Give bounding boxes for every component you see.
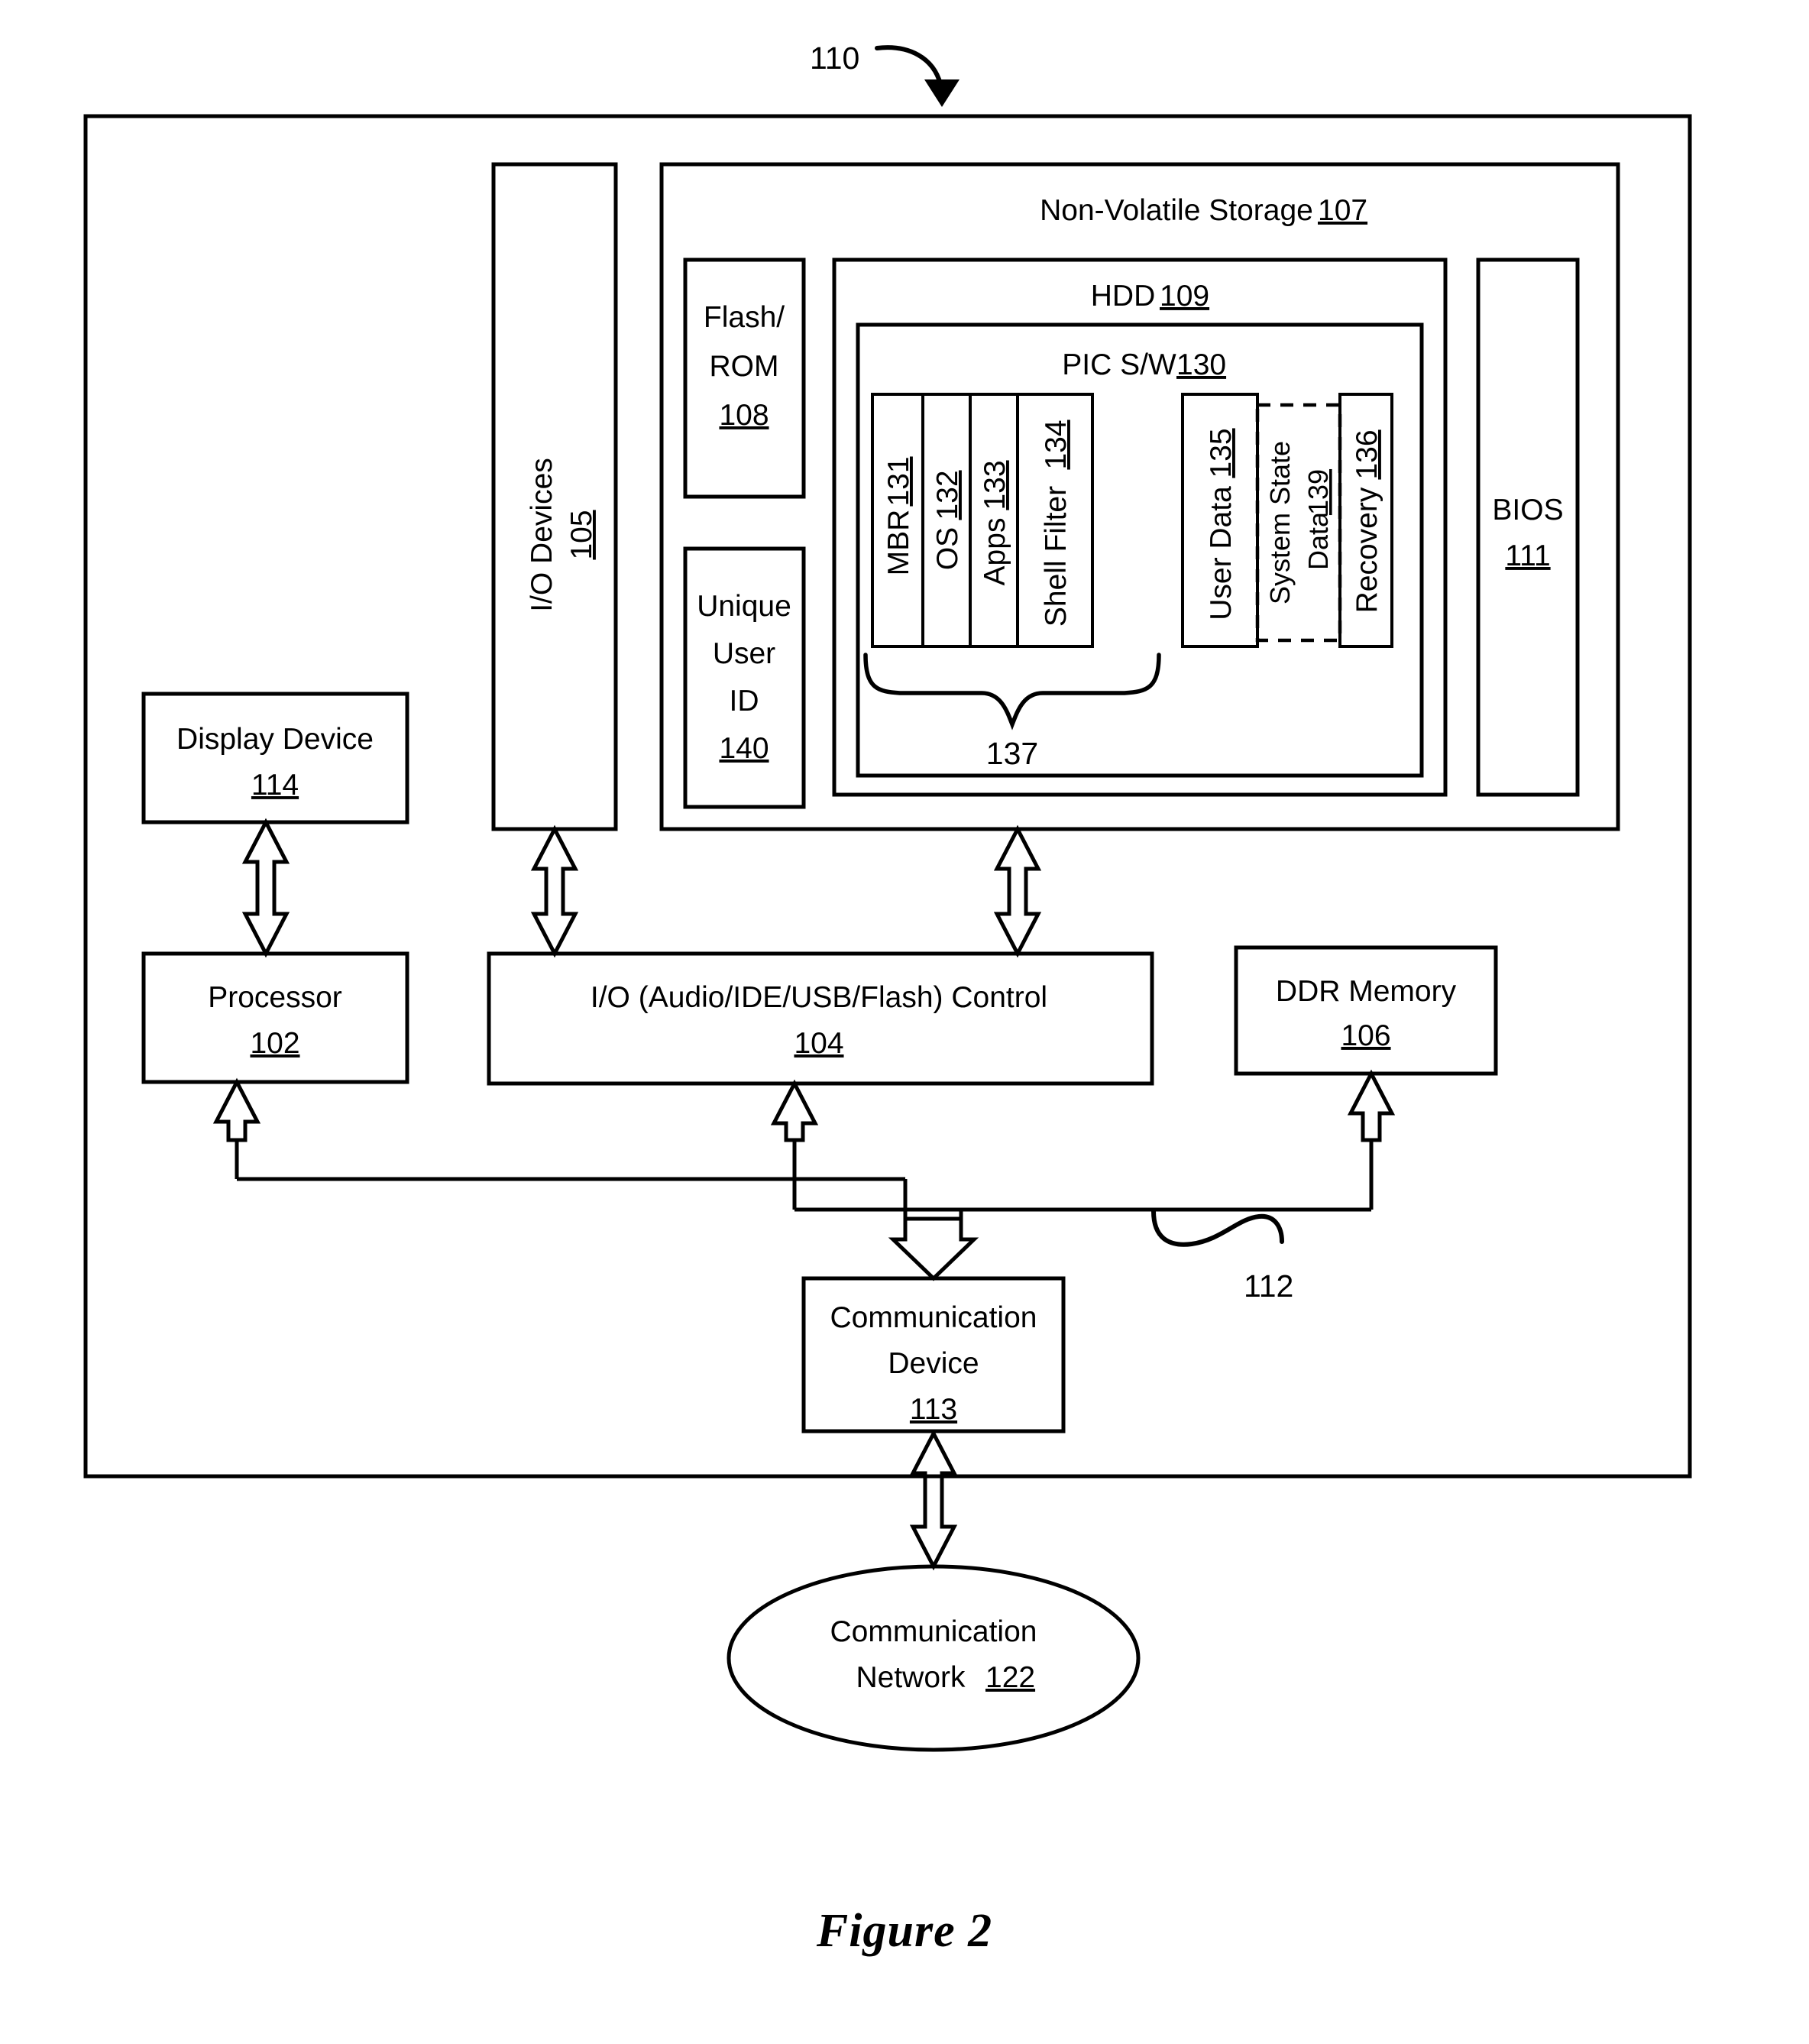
arrow-bus-to-processor: [212, 1077, 261, 1142]
pic-sw-ref-recovery: 136: [1351, 429, 1383, 479]
unique-user-id-line3: ID: [730, 685, 759, 718]
io-devices-label-group: I/O Devices 105: [526, 458, 598, 612]
block-diagram-svg: 110 I/O Devices 105 Non-Volatile Storage…: [83, 40, 1692, 1752]
arrow-bus-to-io-control: [770, 1079, 819, 1142]
pic-sw-label-group-mbr: MBR 131: [882, 456, 915, 575]
hdd-ref: 109: [1160, 280, 1209, 313]
pic-sw-label-mbr: MBR: [882, 510, 915, 576]
system-reference-callout: 110: [810, 40, 960, 107]
pic-sw-label-group-system-state-data: System State Data 139: [1264, 441, 1334, 604]
ddr-memory-ref: 106: [1341, 1019, 1390, 1052]
pic-sw-ref-os: 132: [931, 470, 964, 520]
pic-sw-label-group-apps: Apps 133: [979, 460, 1011, 585]
arrow-bus-to-communication-device: [888, 1216, 979, 1281]
bus-112-label: 112: [1244, 1268, 1293, 1304]
processor-ref: 102: [250, 1027, 299, 1060]
communication-network-ellipse: [727, 1564, 1141, 1752]
ddr-memory-box: [1234, 945, 1498, 1076]
display-device-label: Display Device: [176, 723, 374, 756]
brace-137-label: 137: [986, 736, 1038, 771]
hdd-label: HDD: [1091, 280, 1156, 313]
pic-sw-ref-user-data: 135: [1205, 428, 1238, 478]
unique-user-id-box: [683, 546, 806, 809]
bios-label: BIOS: [1492, 494, 1563, 526]
bios-box: [1476, 258, 1580, 797]
communication-network-ref: 122: [985, 1661, 1035, 1694]
flash-rom-label-line1: Flash/: [704, 301, 785, 334]
pic-sw-label-user-data: User Data: [1205, 486, 1238, 620]
processor-label: Processor: [208, 981, 342, 1014]
pic-sw-ref-apps: 133: [979, 460, 1011, 510]
arrow-io-devices-io-control: [530, 824, 579, 958]
figure-caption: Figure 2: [816, 1905, 993, 1957]
pic-sw-label-group-shell-filter: Shell Filter 134: [1040, 419, 1073, 627]
communication-network-line2: Network: [856, 1661, 966, 1694]
io-control-ref: 104: [794, 1027, 843, 1060]
system-ref-leader: [875, 45, 943, 86]
bus-112-leader: [1151, 1209, 1284, 1247]
io-control-label: I/O (Audio/IDE/USB/Flash) Control: [591, 981, 1047, 1014]
system-ref-arrowhead: [924, 79, 960, 107]
pic-sw-ref-system-state-data: 139: [1303, 469, 1334, 515]
communication-device-ref: 113: [910, 1393, 957, 1426]
figure-root: 110 I/O Devices 105 Non-Volatile Storage…: [0, 0, 1809, 2044]
pic-sw-label: PIC S/W: [1062, 348, 1176, 381]
ddr-memory-label: DDR Memory: [1276, 975, 1457, 1008]
arrow-bus-to-ddr: [1347, 1069, 1396, 1142]
flash-rom-label-line2: ROM: [710, 350, 779, 383]
communication-device-line1: Communication: [830, 1301, 1037, 1334]
communication-network-line1: Communication: [830, 1615, 1037, 1648]
display-device-box: [141, 692, 409, 824]
bus-112-group: 112: [212, 1069, 1396, 1304]
io-devices-ref: 105: [565, 510, 598, 559]
unique-user-id-line1: Unique: [697, 590, 791, 623]
non-volatile-storage-ref: 107: [1318, 194, 1367, 227]
brace-137-group: 137: [863, 653, 1161, 771]
arrow-commdevice-network: [909, 1429, 958, 1571]
non-volatile-storage-label: Non-Volatile Storage: [1040, 194, 1313, 227]
bios-ref: 111: [1505, 539, 1550, 572]
flash-rom-ref: 108: [719, 399, 769, 432]
pic-sw-ref: 130: [1176, 348, 1226, 381]
brace-137: [863, 653, 1161, 730]
io-control-box: [487, 951, 1154, 1086]
arrow-storage-io-control: [993, 824, 1042, 958]
processor-box: [141, 951, 409, 1084]
pic-sw-label-recovery: Recovery: [1351, 487, 1383, 613]
pic-sw-label-apps: Apps: [979, 518, 1011, 586]
system-ref-label: 110: [810, 40, 859, 76]
pic-sw-label-shell-filter: Shell Filter: [1040, 486, 1073, 627]
arrow-display-processor: [241, 818, 290, 958]
unique-user-id-line2: User: [713, 637, 775, 670]
pic-sw-ref-shell-filter: 134: [1040, 419, 1073, 469]
unique-user-id-ref: 140: [719, 732, 769, 765]
io-devices-label: I/O Devices: [526, 458, 558, 612]
communication-device-line2: Device: [888, 1347, 979, 1380]
pic-sw-label-group-recovery: Recovery 136: [1351, 429, 1383, 613]
pic-sw-ref-mbr: 131: [882, 456, 915, 506]
pic-sw-label-group-user-data: User Data 135: [1205, 428, 1238, 620]
pic-sw-label-system-state-line1: System State: [1264, 441, 1296, 604]
pic-sw-label-system-state-line2: Data: [1303, 511, 1334, 570]
display-device-ref: 114: [251, 769, 299, 802]
pic-sw-label-os: OS: [931, 527, 964, 570]
pic-sw-label-group-os: OS 132: [931, 470, 964, 570]
